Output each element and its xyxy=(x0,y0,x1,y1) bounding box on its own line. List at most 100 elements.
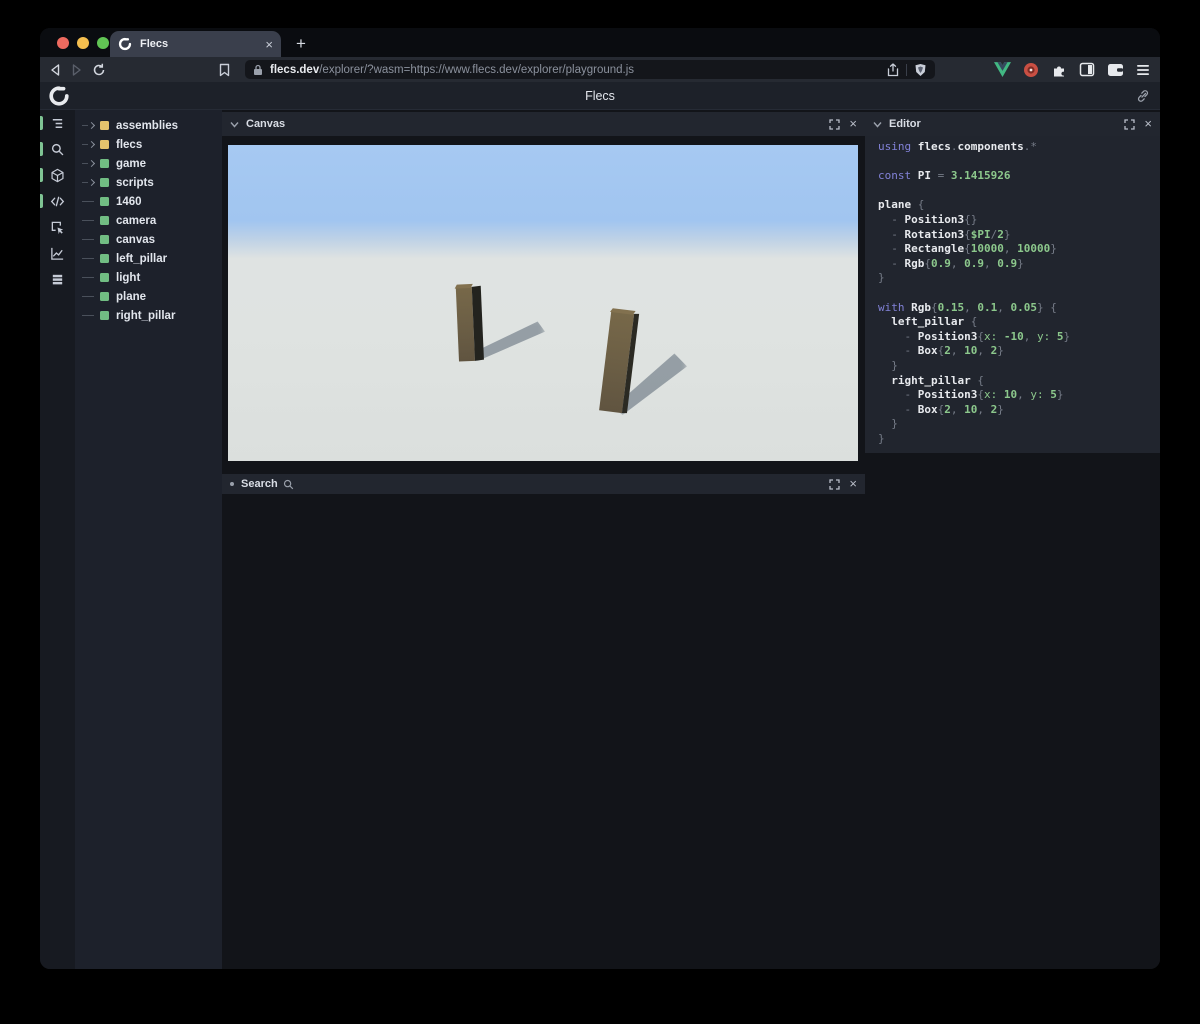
code-line: - Position3{x: -10, y: 5} xyxy=(878,329,1071,343)
browser-window: Flecs × + flecs.dev/explorer/?wasm=https… xyxy=(40,28,1160,969)
wallet-icon[interactable] xyxy=(1107,63,1124,77)
canvas-panel-header: Canvas × xyxy=(222,112,865,136)
chevron-down-icon[interactable] xyxy=(873,121,882,128)
sidebar-toggle-icon[interactable] xyxy=(1079,62,1095,77)
url-bar[interactable]: flecs.dev/explorer/?wasm=https://www.fle… xyxy=(245,60,935,79)
entity-color-square xyxy=(100,273,109,282)
center-column: Canvas × Search × xyxy=(222,110,865,969)
close-panel-icon[interactable]: × xyxy=(1144,117,1152,130)
scene-cube-icon[interactable] xyxy=(40,162,75,188)
close-panel-icon[interactable]: × xyxy=(849,477,857,490)
3d-viewport[interactable] xyxy=(228,145,858,461)
left-pillar-mesh xyxy=(454,283,484,362)
tree-item-1460[interactable]: 1460 xyxy=(75,192,222,211)
entity-color-square xyxy=(100,121,109,130)
code-line: } xyxy=(878,358,898,372)
extensions-puzzle-icon[interactable] xyxy=(1051,62,1067,78)
entity-color-square xyxy=(100,216,109,225)
tree-item-game[interactable]: game xyxy=(75,154,222,173)
tables-icon[interactable] xyxy=(40,266,75,292)
entity-label: scripts xyxy=(116,176,154,189)
share-icon[interactable] xyxy=(887,62,899,77)
entity-label: flecs xyxy=(116,138,143,151)
new-tab-button[interactable]: + xyxy=(290,33,312,55)
red-extension-icon[interactable] xyxy=(1023,62,1039,78)
close-window-button[interactable] xyxy=(57,37,69,49)
code-line: - Box{2, 10, 2} xyxy=(878,344,1004,358)
bookmark-icon[interactable] xyxy=(218,63,240,77)
entity-color-square xyxy=(100,292,109,301)
brave-shield-icon[interactable] xyxy=(914,63,927,77)
browser-tab[interactable]: Flecs × xyxy=(110,31,281,57)
entity-color-square xyxy=(100,197,109,206)
editor-column: Editor × using flecs.components.* const … xyxy=(865,110,1160,969)
code-line: right_pillar { xyxy=(891,373,984,387)
window-controls xyxy=(57,37,109,49)
code-editor[interactable]: using flecs.components.* const PI = 3.14… xyxy=(865,136,1160,453)
minimize-window-button[interactable] xyxy=(77,37,89,49)
script-code-icon[interactable] xyxy=(40,188,75,214)
tree-item-scripts[interactable]: scripts xyxy=(75,173,222,192)
code-line: using flecs.components.* xyxy=(878,140,1037,153)
expand-chevron-icon[interactable] xyxy=(87,159,96,168)
tab-title: Flecs xyxy=(140,38,169,50)
entity-color-square xyxy=(100,140,109,149)
editor-panel-title: Editor xyxy=(889,118,921,130)
forward-icon[interactable] xyxy=(70,63,92,77)
stats-chart-icon[interactable] xyxy=(40,240,75,266)
query-search-icon[interactable] xyxy=(40,136,75,162)
zoom-window-button[interactable] xyxy=(97,37,109,49)
tree-item-right_pillar[interactable]: right_pillar xyxy=(75,306,222,325)
entity-color-square xyxy=(100,159,109,168)
inspect-icon[interactable] xyxy=(40,214,75,240)
tab-bar: Flecs × + xyxy=(40,28,1160,57)
code-line: - Rectangle{10000, 10000} xyxy=(878,242,1057,256)
expand-chevron-icon[interactable] xyxy=(87,140,96,149)
search-panel-header: Search × xyxy=(222,474,865,494)
tree-item-camera[interactable]: camera xyxy=(75,211,222,230)
page-title: Flecs xyxy=(585,89,615,103)
close-panel-icon[interactable]: × xyxy=(849,117,857,130)
code-line: - Rotation3{$PI/2} xyxy=(878,227,1011,241)
link-icon[interactable] xyxy=(1136,89,1150,103)
entity-label: left_pillar xyxy=(116,252,168,265)
tree-item-light[interactable]: light xyxy=(75,268,222,287)
entities-tree-icon[interactable] xyxy=(40,110,75,136)
code-line: - Box{2, 10, 2} xyxy=(878,402,1004,416)
fullscreen-icon[interactable] xyxy=(829,478,841,490)
code-line: const PI = 3.1415926 xyxy=(878,169,1011,183)
url-domain: flecs.dev xyxy=(270,63,320,76)
canvas-panel-title: Canvas xyxy=(246,118,286,130)
tree-item-assemblies[interactable]: assemblies xyxy=(75,116,222,135)
fullscreen-icon[interactable] xyxy=(829,118,841,130)
entity-label: canvas xyxy=(116,233,156,246)
search-icon xyxy=(283,479,293,489)
lock-icon xyxy=(254,64,262,75)
entity-tree-panel: assemblies flecs game scripts 1460 camera canv… xyxy=(75,110,222,969)
icon-sidebar xyxy=(40,110,75,969)
reload-icon[interactable] xyxy=(92,63,114,77)
tab-close-icon[interactable]: × xyxy=(265,38,273,51)
code-line: with Rgb{0.15, 0.1, 0.05} { xyxy=(878,300,1057,314)
entity-label: camera xyxy=(116,214,157,227)
tree-item-canvas[interactable]: canvas xyxy=(75,230,222,249)
collapsed-chevron-icon[interactable] xyxy=(230,482,234,486)
editor-panel-header: Editor × xyxy=(865,112,1160,136)
tree-item-flecs[interactable]: flecs xyxy=(75,135,222,154)
entity-color-square xyxy=(100,311,109,320)
entity-label: right_pillar xyxy=(116,309,176,322)
toolbar-extensions xyxy=(994,57,1150,82)
fullscreen-icon[interactable] xyxy=(1124,118,1136,130)
entity-label: light xyxy=(116,271,141,284)
entity-label: game xyxy=(116,157,147,170)
menu-icon[interactable] xyxy=(1136,64,1150,76)
expand-chevron-icon[interactable] xyxy=(87,178,96,187)
tree-item-left_pillar[interactable]: left_pillar xyxy=(75,249,222,268)
expand-chevron-icon[interactable] xyxy=(87,121,96,130)
chevron-down-icon[interactable] xyxy=(230,121,239,128)
back-icon[interactable] xyxy=(48,63,70,77)
vue-devtools-icon[interactable] xyxy=(994,62,1011,77)
entity-color-square xyxy=(100,254,109,263)
tree-item-plane[interactable]: plane xyxy=(75,287,222,306)
